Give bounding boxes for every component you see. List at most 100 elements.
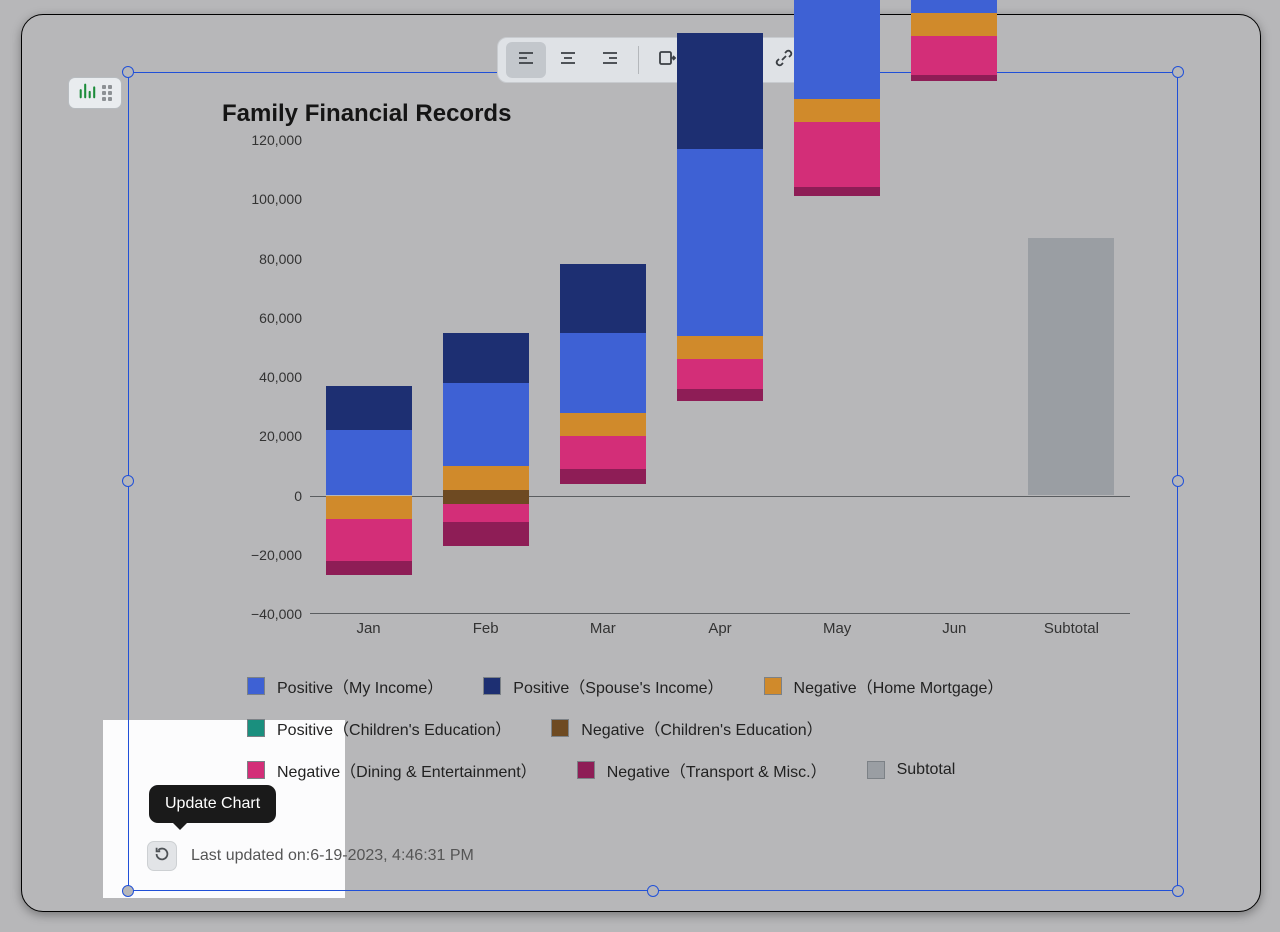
bar-segment	[326, 430, 412, 495]
bar-segment	[794, 0, 880, 99]
chart-legend: Positive（My Income） Positive（Spouse's Inc…	[247, 674, 1127, 782]
align-right-button[interactable]	[590, 42, 630, 78]
legend-label: Negative（Dining & Entertainment）	[277, 758, 537, 782]
y-tick-label: 0	[228, 488, 302, 504]
refresh-chart-button[interactable]	[147, 841, 177, 871]
legend-swatch	[577, 761, 595, 779]
legend-item[interactable]: Positive（Children's Education）	[247, 716, 511, 740]
x-tick-label: Jun	[904, 620, 1004, 637]
legend-item[interactable]: Positive（My Income）	[247, 674, 443, 698]
legend-item[interactable]: Subtotal	[867, 758, 956, 782]
bar-column	[677, 140, 763, 614]
legend-label: Negative（Home Mortgage）	[794, 674, 1004, 698]
x-tick-label: Apr	[670, 620, 770, 637]
align-center-button[interactable]	[548, 42, 588, 78]
legend-item[interactable]: Negative（Home Mortgage）	[764, 674, 1004, 698]
last-updated-label: Last updated on:6-19-2023, 4:46:31 PM	[191, 847, 474, 865]
legend-swatch	[247, 761, 265, 779]
toolbar-separator	[638, 46, 639, 74]
x-tick-label: Subtotal	[1021, 620, 1121, 637]
selection-handle-bl[interactable]	[122, 885, 134, 897]
selection-handle-ml[interactable]	[122, 475, 134, 487]
chart-container[interactable]: Family Financial Records −40,000−20,0000…	[222, 100, 1142, 610]
bar-segment	[794, 99, 880, 123]
y-tick-label: −20,000	[228, 547, 302, 563]
x-tick-label: May	[787, 620, 887, 637]
y-tick-label: 40,000	[228, 369, 302, 385]
x-tick-label: Mar	[553, 620, 653, 637]
align-left-icon	[516, 48, 536, 73]
legend-label: Subtotal	[897, 761, 956, 779]
y-tick-label: 100,000	[228, 191, 302, 207]
bar-segment	[443, 383, 529, 466]
legend-label: Negative（Children's Education）	[581, 716, 822, 740]
bar-column	[911, 140, 997, 614]
legend-item[interactable]: Negative（Children's Education）	[551, 716, 822, 740]
bar-column	[443, 140, 529, 614]
align-right-icon	[600, 48, 620, 73]
refresh-icon	[153, 845, 171, 868]
selection-handle-mb[interactable]	[647, 885, 659, 897]
selection-handle-mr[interactable]	[1172, 475, 1184, 487]
legend-item[interactable]: Negative（Transport & Misc.）	[577, 758, 827, 782]
y-tick-label: 120,000	[228, 132, 302, 148]
wrap-text-icon	[657, 48, 677, 73]
chart-plot: −40,000−20,000020,00040,00060,00080,0001…	[310, 140, 1130, 614]
legend-item[interactable]: Negative（Dining & Entertainment）	[247, 758, 537, 782]
bar-segment	[794, 122, 880, 187]
legend-label: Positive（My Income）	[277, 674, 443, 698]
legend-item[interactable]: Positive（Spouse's Income）	[483, 674, 723, 698]
selection-handle-tl[interactable]	[122, 66, 134, 78]
bar-segment	[326, 496, 412, 520]
legend-swatch	[867, 761, 885, 779]
chart-footer: Last updated on:6-19-2023, 4:46:31 PM	[147, 841, 474, 871]
tooltip-label: Update Chart	[165, 795, 260, 812]
bar-segment	[443, 333, 529, 383]
chart-type-badge[interactable]	[68, 77, 122, 109]
align-left-button[interactable]	[506, 42, 546, 78]
x-tick-label: Jan	[319, 620, 419, 637]
y-tick-label: 80,000	[228, 251, 302, 267]
bar-segment	[560, 333, 646, 413]
drag-grip-icon	[102, 85, 112, 101]
legend-swatch	[247, 719, 265, 737]
y-tick-label: 60,000	[228, 310, 302, 326]
align-center-icon	[558, 48, 578, 73]
bar-segment	[326, 561, 412, 576]
bar-column	[326, 140, 412, 614]
bar-segment-subtotal	[1028, 238, 1114, 496]
y-tick-label: 20,000	[228, 428, 302, 444]
legend-label: Positive（Children's Education）	[277, 716, 511, 740]
bar-segment	[677, 33, 763, 149]
legend-label: Negative（Transport & Misc.）	[607, 758, 827, 782]
bar-segment	[326, 386, 412, 430]
bar-segment	[560, 469, 646, 484]
bar-segment	[911, 75, 997, 81]
selection-handle-br[interactable]	[1172, 885, 1184, 897]
link-icon	[774, 48, 794, 73]
bar-segment	[560, 413, 646, 437]
bar-segment	[911, 36, 997, 75]
selection-handle-tr[interactable]	[1172, 66, 1184, 78]
bar-column	[1028, 140, 1114, 614]
bar-segment	[677, 336, 763, 360]
bar-segment	[677, 359, 763, 389]
x-tick-label: Feb	[436, 620, 536, 637]
y-tick-label: −40,000	[228, 606, 302, 622]
legend-swatch	[551, 719, 569, 737]
bar-segment	[677, 389, 763, 401]
bar-chart-icon	[78, 82, 96, 105]
bar-segment	[911, 13, 997, 37]
bar-segment	[560, 264, 646, 332]
bar-segment	[560, 436, 646, 469]
bar-segment	[326, 519, 412, 560]
bar-segment	[443, 490, 529, 505]
bar-segment	[677, 149, 763, 336]
bar-segment	[911, 0, 997, 13]
legend-swatch	[483, 677, 501, 695]
bar-segment	[443, 466, 529, 490]
bar-segment	[443, 504, 529, 522]
app-window: Family Financial Records −40,000−20,0000…	[21, 14, 1261, 912]
legend-swatch	[764, 677, 782, 695]
bar-column	[794, 140, 880, 614]
